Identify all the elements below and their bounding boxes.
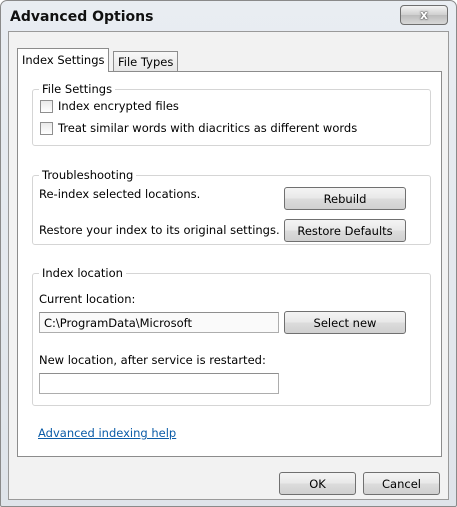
rebuild-button[interactable]: Rebuild (284, 187, 406, 210)
tab-file-types[interactable]: File Types (113, 51, 179, 72)
advanced-indexing-help-link[interactable]: Advanced indexing help (38, 426, 176, 440)
reindex-text: Re-index selected locations. (39, 187, 201, 201)
tab-panel-index-settings: File Settings Index encrypted files Trea… (17, 71, 442, 457)
cancel-button[interactable]: Cancel (363, 472, 440, 495)
tab-index-settings[interactable]: Index Settings (17, 48, 110, 72)
file-settings-group: File Settings Index encrypted files Trea… (32, 82, 431, 146)
new-location-label: New location, after service is restarted… (39, 353, 266, 367)
troubleshooting-title: Troubleshooting (39, 168, 137, 182)
diacritics-label[interactable]: Treat similar words with diacritics as d… (58, 121, 357, 135)
new-location-field[interactable] (39, 373, 279, 394)
diacritics-checkbox[interactable] (40, 122, 53, 135)
index-encrypted-files-label[interactable]: Index encrypted files (58, 99, 179, 113)
close-icon: x (420, 8, 428, 22)
title-bar[interactable]: Advanced Options x (1, 1, 456, 31)
restore-defaults-button[interactable]: Restore Defaults (284, 219, 406, 242)
select-new-button[interactable]: Select new (284, 311, 406, 334)
current-location-field: C:\ProgramData\Microsoft (39, 312, 279, 333)
index-encrypted-files-checkbox[interactable] (40, 100, 53, 113)
troubleshooting-group: Troubleshooting Re-index selected locati… (32, 168, 431, 245)
index-location-title: Index location (39, 266, 126, 280)
restore-text: Restore your index to its original setti… (39, 223, 280, 237)
file-settings-title: File Settings (39, 82, 116, 96)
ok-button[interactable]: OK (279, 472, 356, 495)
dialog-title: Advanced Options (10, 9, 154, 25)
index-location-group: Index location Current location: C:\Prog… (32, 266, 431, 406)
current-location-label: Current location: (39, 292, 136, 306)
close-button[interactable]: x (400, 5, 448, 25)
